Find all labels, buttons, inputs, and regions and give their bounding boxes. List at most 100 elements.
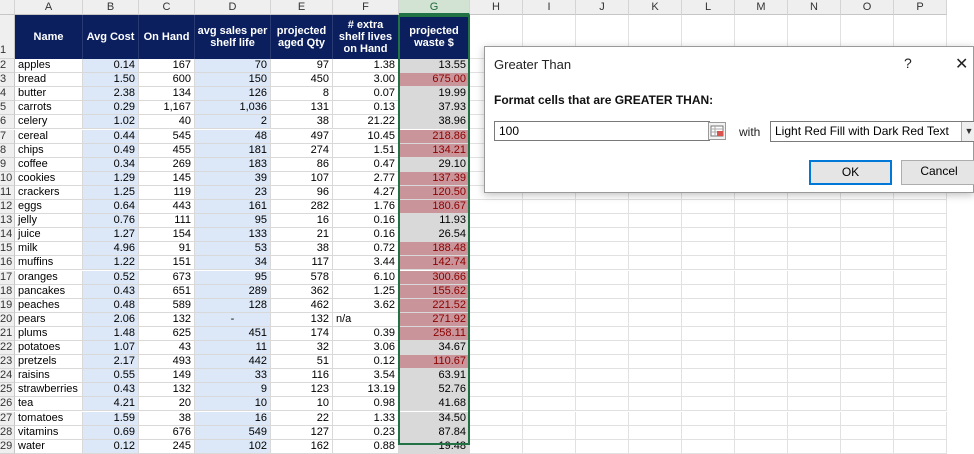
empty-cell[interactable] <box>735 200 788 215</box>
table-cell[interactable]: milk <box>15 242 83 257</box>
empty-cell[interactable] <box>470 369 523 384</box>
row-header[interactable]: 10 <box>0 171 15 186</box>
row-header[interactable]: 25 <box>0 383 15 398</box>
empty-cell[interactable] <box>629 355 682 370</box>
empty-cell[interactable] <box>894 298 947 313</box>
empty-cell[interactable] <box>629 326 682 341</box>
empty-cell[interactable] <box>523 411 576 426</box>
table-cell[interactable]: 87.84 <box>399 425 470 440</box>
table-cell[interactable]: 174 <box>271 326 333 341</box>
table-cell[interactable]: 1.29 <box>83 171 139 186</box>
empty-cell[interactable] <box>629 383 682 398</box>
table-cell[interactable]: 1,036 <box>195 101 271 116</box>
empty-cell[interactable] <box>470 326 523 341</box>
empty-cell[interactable] <box>470 397 523 412</box>
row-header[interactable]: 8 <box>0 143 15 158</box>
empty-cell[interactable] <box>682 270 735 285</box>
table-cell[interactable]: 183 <box>195 157 271 172</box>
empty-cell[interactable] <box>894 312 947 327</box>
empty-cell[interactable] <box>470 256 523 271</box>
table-cell[interactable]: 0.16 <box>333 228 399 243</box>
empty-cell[interactable] <box>894 214 947 229</box>
empty-cell[interactable] <box>841 383 894 398</box>
empty-cell[interactable] <box>523 326 576 341</box>
column-header-k[interactable]: K <box>629 0 682 15</box>
table-cell[interactable]: coffee <box>15 157 83 172</box>
row-header[interactable]: 5 <box>0 101 15 116</box>
table-cell[interactable]: 151 <box>139 256 195 271</box>
empty-cell[interactable] <box>470 425 523 440</box>
table-cell[interactable]: 0.43 <box>83 284 139 299</box>
table-cell[interactable]: 455 <box>139 143 195 158</box>
empty-cell[interactable] <box>470 383 523 398</box>
empty-cell[interactable] <box>841 341 894 356</box>
table-cell[interactable]: 132 <box>139 383 195 398</box>
table-cell[interactable]: 6.10 <box>333 270 399 285</box>
empty-cell[interactable] <box>682 439 735 454</box>
row-header[interactable]: 3 <box>0 73 15 88</box>
row-header[interactable]: 15 <box>0 242 15 257</box>
table-cell[interactable]: 26.54 <box>399 228 470 243</box>
table-cell[interactable]: 34.67 <box>399 341 470 356</box>
row-header[interactable]: 2 <box>0 59 15 74</box>
table-cell[interactable]: 0.48 <box>83 298 139 313</box>
ok-button[interactable]: OK <box>809 160 892 185</box>
empty-cell[interactable] <box>841 200 894 215</box>
table-cell[interactable]: 63.91 <box>399 369 470 384</box>
empty-cell[interactable] <box>576 411 629 426</box>
table-cell[interactable]: 625 <box>139 326 195 341</box>
table-cell[interactable]: 0.76 <box>83 214 139 229</box>
row-header[interactable]: 17 <box>0 270 15 285</box>
table-cell[interactable]: 145 <box>139 171 195 186</box>
empty-cell[interactable] <box>629 228 682 243</box>
row-header[interactable]: 24 <box>0 369 15 384</box>
table-cell[interactable]: chips <box>15 143 83 158</box>
empty-cell[interactable] <box>735 270 788 285</box>
table-cell[interactable]: 0.72 <box>333 242 399 257</box>
table-cell[interactable]: 132 <box>271 312 333 327</box>
table-cell[interactable]: peaches <box>15 298 83 313</box>
table-cell[interactable]: 493 <box>139 355 195 370</box>
row-header[interactable]: 19 <box>0 298 15 313</box>
empty-cell[interactable] <box>788 298 841 313</box>
table-cell[interactable]: 13.55 <box>399 59 470 74</box>
table-cell[interactable]: vitamins <box>15 425 83 440</box>
empty-cell[interactable] <box>470 312 523 327</box>
table-cell[interactable]: jelly <box>15 214 83 229</box>
empty-cell[interactable] <box>629 341 682 356</box>
table-cell[interactable]: 10 <box>271 397 333 412</box>
table-cell[interactable]: 451 <box>195 326 271 341</box>
empty-cell[interactable] <box>735 242 788 257</box>
empty-cell[interactable] <box>523 242 576 257</box>
empty-cell[interactable] <box>523 369 576 384</box>
threshold-input[interactable] <box>494 121 710 141</box>
cancel-button[interactable]: Cancel <box>901 160 974 185</box>
table-cell[interactable]: celery <box>15 115 83 130</box>
empty-cell[interactable] <box>894 425 947 440</box>
empty-cell[interactable] <box>576 214 629 229</box>
table-cell[interactable]: 1.22 <box>83 256 139 271</box>
table-cell[interactable]: 4.96 <box>83 242 139 257</box>
table-cell[interactable]: 96 <box>271 185 333 200</box>
empty-cell[interactable] <box>682 242 735 257</box>
empty-cell[interactable] <box>470 214 523 229</box>
table-cell[interactable]: 1.51 <box>333 143 399 158</box>
empty-cell[interactable] <box>576 298 629 313</box>
table-cell[interactable]: 22 <box>271 411 333 426</box>
table-cell[interactable]: plums <box>15 326 83 341</box>
table-cell[interactable]: 142.74 <box>399 256 470 271</box>
row-header[interactable]: 16 <box>0 256 15 271</box>
table-cell[interactable]: 43 <box>139 341 195 356</box>
empty-cell[interactable] <box>735 439 788 454</box>
empty-cell[interactable] <box>735 383 788 398</box>
table-cell[interactable]: 0.16 <box>333 214 399 229</box>
table-cell[interactable]: tomatoes <box>15 411 83 426</box>
empty-cell[interactable] <box>894 355 947 370</box>
table-cell[interactable]: 23 <box>195 185 271 200</box>
empty-cell[interactable] <box>576 200 629 215</box>
empty-cell[interactable] <box>523 228 576 243</box>
empty-cell[interactable] <box>841 214 894 229</box>
row-header[interactable]: 12 <box>0 200 15 215</box>
table-cell[interactable]: 0.39 <box>333 326 399 341</box>
table-cell[interactable]: 161 <box>195 200 271 215</box>
